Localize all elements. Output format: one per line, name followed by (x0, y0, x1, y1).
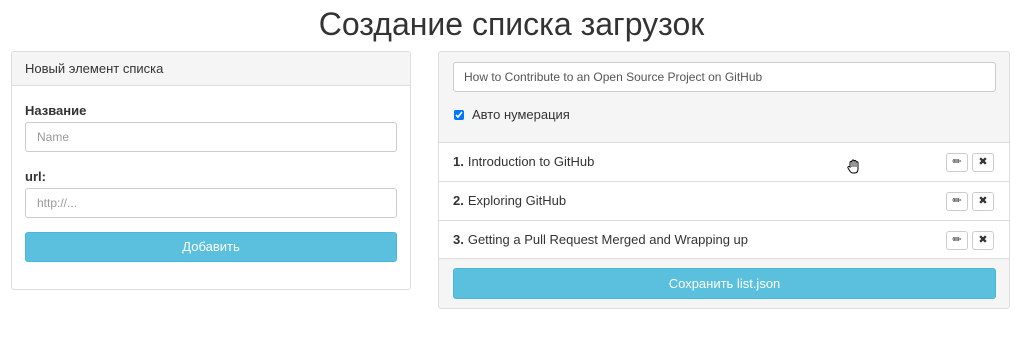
close-icon: ✖ (978, 234, 988, 246)
pencil-icon: ✏ (952, 234, 962, 246)
delete-button[interactable]: ✖ (972, 153, 994, 172)
list-item-number: 2. (453, 193, 464, 208)
auto-numbering-label: Авто нумерация (472, 107, 570, 122)
list-item-title: Introduction to GitHub (467, 154, 595, 169)
download-list: 1. Introduction to GitHub ✏ ✖ 2. Exploring… (439, 142, 1009, 259)
list-item: 3. Getting a Pull Request Merged and Wrap… (439, 220, 1009, 259)
list-item-number: 3. (453, 232, 464, 247)
auto-numbering-toggle[interactable]: Авто нумерация (454, 107, 570, 122)
close-icon: ✖ (978, 156, 988, 168)
new-item-panel: Новый элемент списка Название url: Добав… (11, 51, 411, 290)
save-list-button[interactable]: Сохранить list.json (453, 268, 996, 299)
edit-button[interactable]: ✏ (946, 192, 968, 211)
edit-button[interactable]: ✏ (946, 231, 968, 250)
list-panel: Авто нумерация 1.Introduction to GitHub … (438, 51, 1010, 309)
url-input[interactable] (25, 188, 397, 218)
new-item-panel-heading: Новый элемент списка (12, 52, 410, 86)
delete-button[interactable]: ✖ (972, 231, 994, 250)
list-item: 2. Exploring GitHub ✏ ✖ (439, 181, 1009, 220)
close-icon: ✖ (978, 195, 988, 207)
page-title: Создание списка загрузок (318, 6, 705, 42)
list-item-number: 1. (453, 154, 464, 169)
auto-numbering-checkbox[interactable] (454, 109, 464, 120)
pencil-icon: ✏ (952, 195, 962, 207)
delete-button[interactable]: ✖ (972, 192, 994, 211)
list-item: 1. Introduction to GitHub ✏ ✖ (439, 142, 1009, 181)
hand-cursor-icon (847, 159, 859, 174)
list-item-title: Getting a Pull Request Merged and Wrappi… (467, 232, 748, 247)
add-button[interactable]: Добавить (25, 232, 397, 262)
url-label: url: (25, 169, 46, 184)
list-item-title: Exploring GitHub (467, 193, 567, 208)
edit-button[interactable]: ✏ (946, 153, 968, 172)
pencil-icon: ✏ (952, 156, 962, 168)
name-input[interactable] (25, 122, 397, 152)
name-label: Название (25, 103, 87, 118)
list-title-input[interactable] (453, 62, 996, 92)
